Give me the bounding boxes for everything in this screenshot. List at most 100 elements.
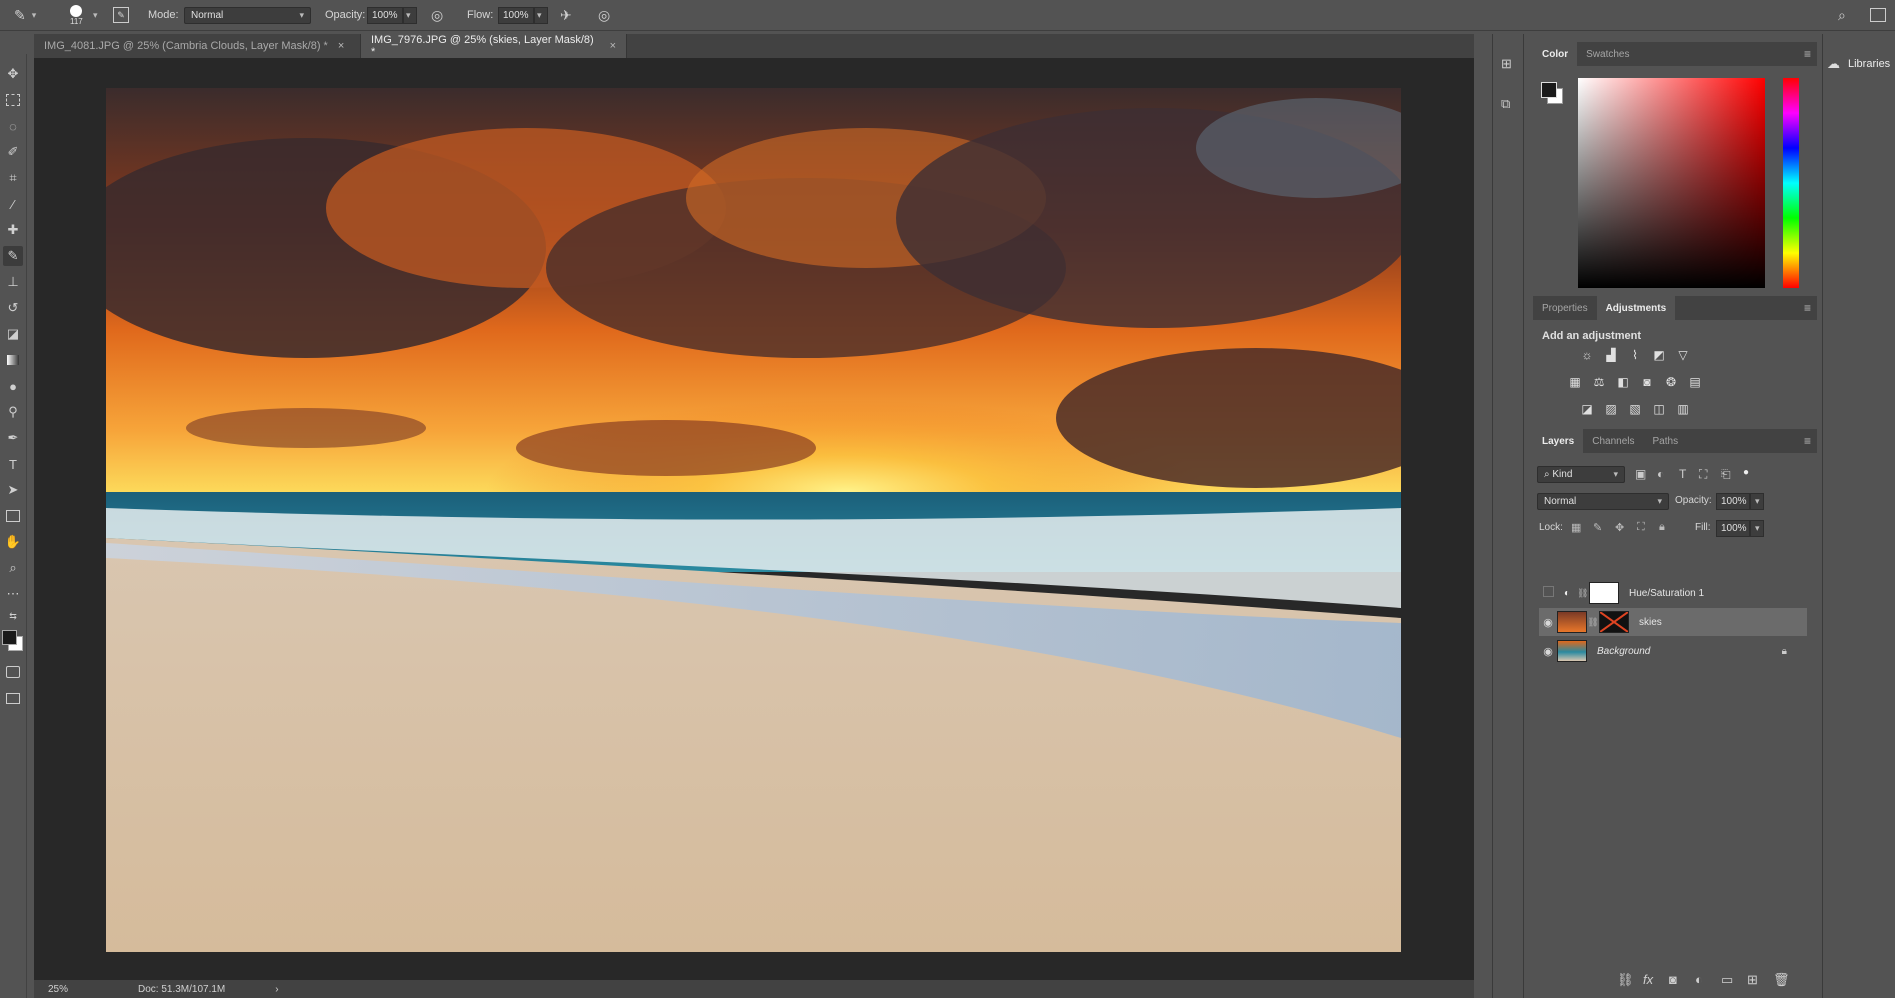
clone-stamp-tool-icon[interactable]: ⊥ <box>3 272 23 292</box>
brush-settings-panel-icon[interactable]: ✎ <box>113 0 129 30</box>
lock-all-icon[interactable]: 🔒︎ <box>1659 521 1665 534</box>
panel-menu-icon[interactable]: ≡ <box>1804 434 1811 448</box>
channel-mixer-icon[interactable]: ❂ <box>1663 375 1679 389</box>
exposure-icon[interactable]: ◩ <box>1651 348 1667 362</box>
hue-saturation-icon[interactable]: ▦ <box>1567 375 1583 389</box>
move-tool-icon[interactable]: ✥ <box>3 64 23 84</box>
screen-mode-icon[interactable] <box>3 688 23 708</box>
history-panel-icon[interactable]: ⊞ <box>1501 56 1512 72</box>
more-tools-icon[interactable]: ⋯ <box>3 584 23 604</box>
filter-smart-object-icon[interactable]: ⎗ <box>1721 467 1731 482</box>
crop-tool-icon[interactable]: ⌗ <box>3 168 23 188</box>
lock-image-icon[interactable]: ✎ <box>1593 521 1602 534</box>
filter-adjustment-icon[interactable]: ◐ <box>1657 467 1664 481</box>
pressure-size-icon[interactable]: ◎ <box>598 0 610 30</box>
close-tab-icon[interactable]: × <box>610 40 616 52</box>
layer-thumbnail[interactable] <box>1557 611 1587 633</box>
brush-size-picker[interactable]: 117 <box>70 0 83 30</box>
eraser-tool-icon[interactable]: ◪ <box>3 324 23 344</box>
flow-dropdown[interactable]: ▾ <box>534 6 548 24</box>
search-icon[interactable]: ⌕ <box>1838 0 1846 30</box>
color-balance-icon[interactable]: ⚖ <box>1591 375 1607 389</box>
hue-slider[interactable] <box>1783 78 1799 288</box>
opacity-dropdown[interactable]: ▾ <box>403 6 417 24</box>
history-brush-tool-icon[interactable]: ↺ <box>3 298 23 318</box>
status-menu-arrow[interactable]: › <box>275 984 278 995</box>
panel-menu-icon[interactable]: ≡ <box>1804 47 1811 61</box>
eyedropper-tool-icon[interactable]: ⁄ <box>3 194 23 214</box>
swap-colors-icon[interactable]: ⇆ <box>3 606 23 626</box>
dodge-tool-icon[interactable]: ⚲ <box>3 402 23 422</box>
mask-link-icon[interactable]: ⛓ <box>1577 588 1589 599</box>
color-panel-foreground-swatch[interactable] <box>1541 82 1557 98</box>
tab-paths[interactable]: Paths <box>1644 429 1688 453</box>
panel-menu-icon[interactable]: ≡ <box>1804 301 1811 315</box>
fill-dropdown[interactable]: ▾ <box>1750 520 1764 537</box>
curves-icon[interactable]: ⌇ <box>1627 348 1643 362</box>
layer-filter-kind[interactable]: ⌕ Kind ▾ <box>1537 466 1625 483</box>
libraries-button[interactable]: ☁ Libraries <box>1827 56 1890 72</box>
visibility-toggle[interactable] <box>1539 586 1557 600</box>
brightness-contrast-icon[interactable]: ☼ <box>1579 348 1595 362</box>
visibility-eye-icon[interactable]: ◉ <box>1539 616 1557 629</box>
layer-row[interactable]: ◉ Background 🔒︎ <box>1539 637 1807 665</box>
mode-select[interactable]: Normal ▾ <box>184 0 311 30</box>
invert-icon[interactable]: ◪ <box>1579 402 1595 416</box>
healing-brush-tool-icon[interactable]: ✚ <box>3 220 23 240</box>
pen-tool-icon[interactable]: ✒ <box>3 428 23 448</box>
mask-link-icon[interactable]: ⛓ <box>1587 617 1599 628</box>
link-layers-icon[interactable]: ⛓ <box>1617 972 1634 988</box>
document-tab[interactable]: IMG_4081.JPG @ 25% (Cambria Clouds, Laye… <box>34 34 361 58</box>
lock-position-icon[interactable]: ✥ <box>1615 521 1624 534</box>
quick-selection-tool-icon[interactable]: ✐ <box>3 142 23 162</box>
filter-shape-icon[interactable]: ⛶ <box>1699 467 1707 482</box>
close-tab-icon[interactable]: × <box>338 40 344 52</box>
tab-swatches[interactable]: Swatches <box>1577 42 1638 66</box>
tab-properties[interactable]: Properties <box>1533 296 1597 320</box>
photo-filter-icon[interactable]: ◙ <box>1639 375 1655 389</box>
opacity-input[interactable]: 100% ▾ <box>367 0 417 30</box>
brush-size-dropdown[interactable]: ▾ <box>93 0 98 30</box>
layer-mask-thumbnail[interactable] <box>1599 611 1629 633</box>
layer-style-icon[interactable]: fx <box>1643 972 1653 987</box>
levels-icon[interactable]: ▟ <box>1603 348 1619 362</box>
tab-channels[interactable]: Channels <box>1583 429 1643 453</box>
gradient-map-icon[interactable]: ▥ <box>1675 402 1691 416</box>
new-adjustment-layer-icon[interactable]: ◐ <box>1695 972 1703 987</box>
layer-mask-thumbnail[interactable] <box>1589 582 1619 604</box>
tab-color[interactable]: Color <box>1533 42 1578 66</box>
lock-artboard-icon[interactable]: ⛶ <box>1637 521 1645 534</box>
workspace-icon[interactable] <box>1870 0 1886 30</box>
new-layer-icon[interactable]: ⊞ <box>1747 972 1758 988</box>
type-tool-icon[interactable]: T <box>3 454 23 474</box>
layer-row-selected[interactable]: ◉ ⛓ skies <box>1539 608 1807 636</box>
zoom-level[interactable]: 25% <box>48 984 98 995</box>
filter-pixel-icon[interactable]: ▣ <box>1635 467 1646 481</box>
layer-opacity-dropdown[interactable]: ▾ <box>1750 493 1764 510</box>
lock-transparent-icon[interactable]: ▦ <box>1571 521 1581 534</box>
layer-thumbnail[interactable] <box>1557 640 1587 662</box>
brush-tool-preset-icon[interactable]: ✎ ▾ <box>14 0 36 30</box>
layer-row[interactable]: ◐ ⛓ Hue/Saturation 1 <box>1539 579 1807 607</box>
hand-tool-icon[interactable]: ✋ <box>3 532 23 552</box>
pressure-opacity-icon[interactable]: ◎ <box>431 0 443 30</box>
visibility-eye-icon[interactable]: ◉ <box>1539 645 1557 658</box>
document-canvas[interactable] <box>106 88 1401 952</box>
vibrance-icon[interactable]: ▽ <box>1675 348 1691 362</box>
lasso-tool-icon[interactable]: ◌ <box>3 116 23 136</box>
delete-layer-icon[interactable]: 🗑︎ <box>1773 972 1790 988</box>
filter-type-icon[interactable]: T <box>1679 467 1686 481</box>
threshold-icon[interactable]: ▧ <box>1627 402 1643 416</box>
brush-tool-icon[interactable]: ✎ <box>3 246 23 266</box>
clone-source-icon[interactable]: ⧉ <box>1501 96 1510 112</box>
rectangle-tool-icon[interactable] <box>3 506 23 526</box>
marquee-tool-icon[interactable] <box>3 90 23 110</box>
new-group-icon[interactable]: ▭ <box>1721 972 1733 988</box>
color-lookup-icon[interactable]: ▤ <box>1687 375 1703 389</box>
blur-tool-icon[interactable]: ● <box>3 376 23 396</box>
path-selection-tool-icon[interactable]: ➤ <box>3 480 23 500</box>
selective-color-icon[interactable]: ◫ <box>1651 402 1667 416</box>
layer-opacity-input[interactable]: 100% <box>1716 493 1750 510</box>
quick-mask-icon[interactable] <box>3 662 23 682</box>
zoom-tool-icon[interactable]: ⌕ <box>3 558 23 578</box>
